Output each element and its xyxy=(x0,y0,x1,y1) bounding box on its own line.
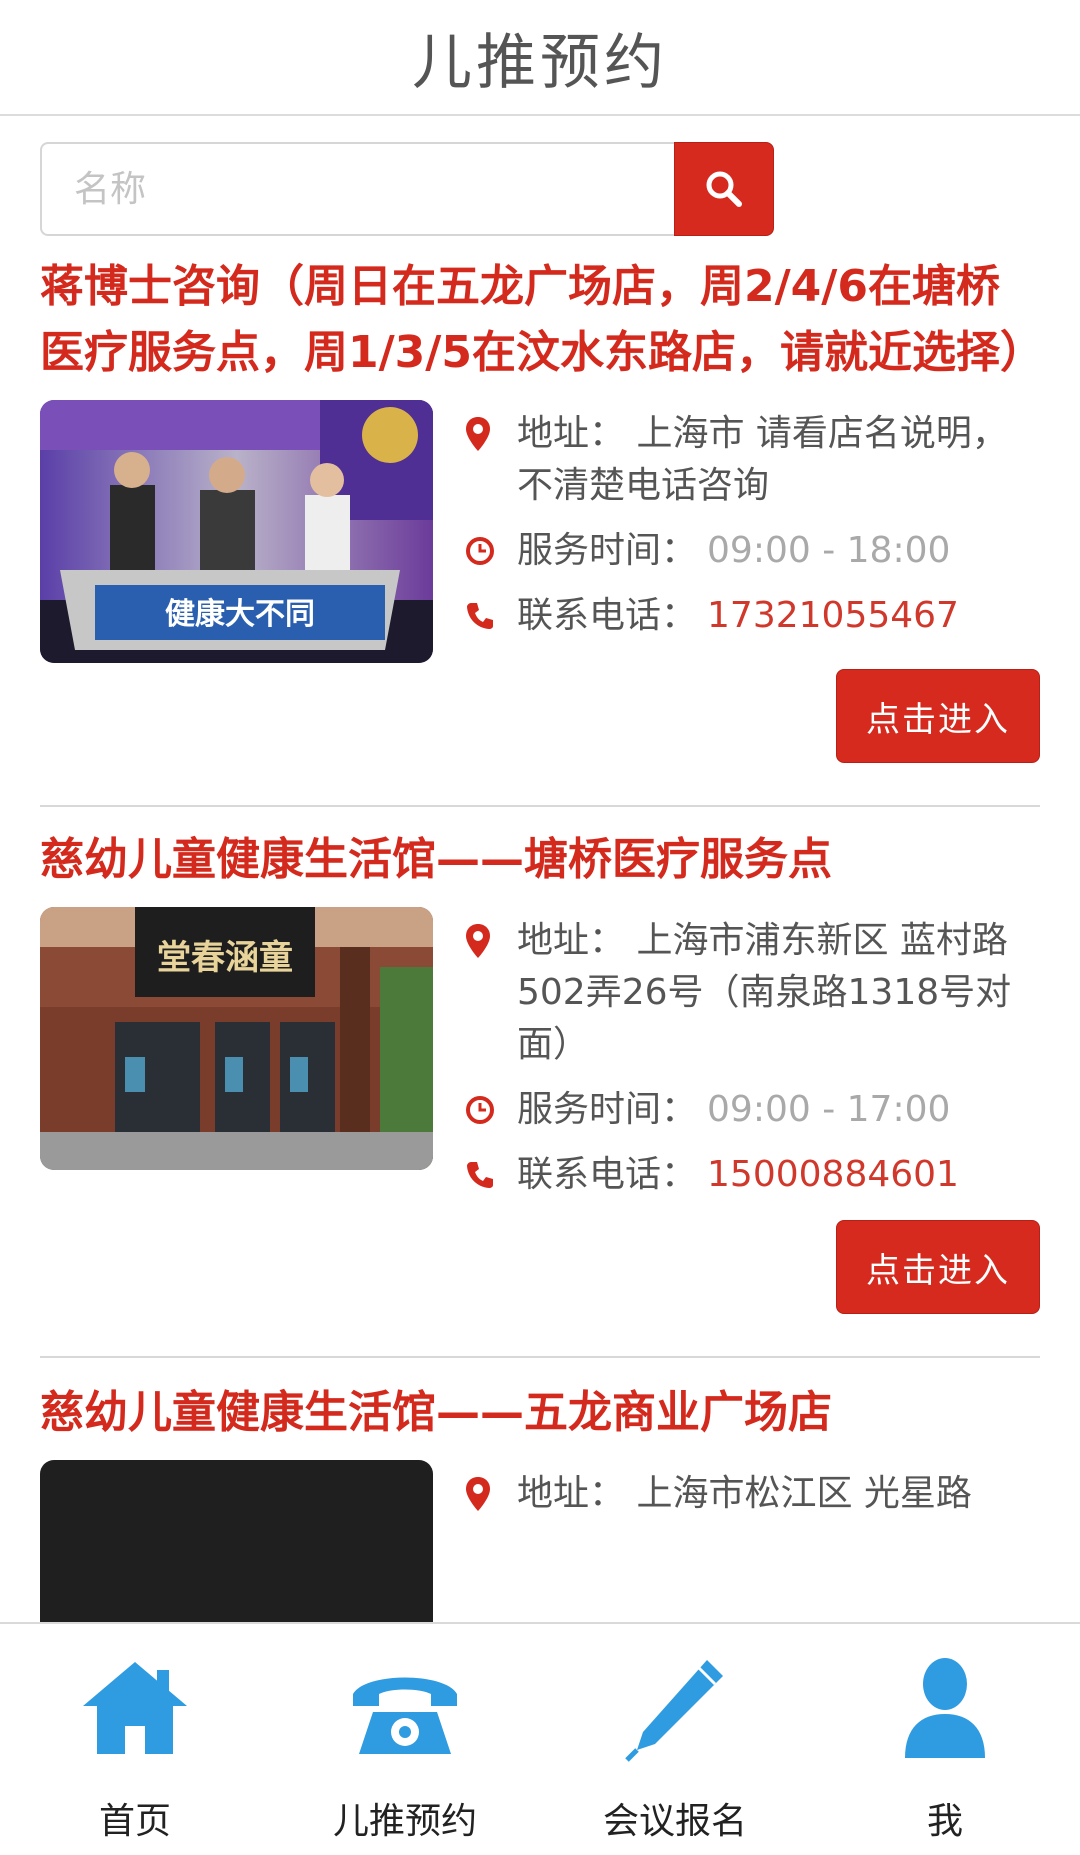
store-photo[interactable] xyxy=(40,1460,433,1622)
search-button[interactable] xyxy=(674,142,774,236)
page-title: 儿推预约 xyxy=(412,27,668,98)
location-pin-icon xyxy=(465,915,503,967)
tab-label: 我 xyxy=(926,1801,963,1842)
address-value: 上海市松江区 光星路 xyxy=(636,1473,972,1514)
store-photo[interactable]: 健康大不同 xyxy=(40,400,433,663)
phone-label: 联系电话： xyxy=(517,1154,698,1195)
store-info: 地址： 上海市 请看店名说明，不清楚电话咨询 服务时间： 09:00 - 18:… xyxy=(461,400,1040,663)
photo-caption: 健康大不同 xyxy=(165,597,315,632)
telephone-icon xyxy=(353,1677,457,1754)
enter-button[interactable]: 点击进入 xyxy=(836,1220,1040,1314)
clock-icon xyxy=(465,525,503,577)
hours-value: 09:00 - 17:00 xyxy=(707,1089,951,1130)
phone-row: 联系电话： 17321055467 xyxy=(461,590,1040,642)
storefront-photo: 堂春涵童 xyxy=(40,907,433,1170)
tv-studio-photo: 健康大不同 xyxy=(40,400,433,663)
bottom-tab-bar: 首页 儿推预约 会议报名 我 xyxy=(0,1622,1080,1855)
phone-icon xyxy=(465,1149,503,1201)
home-icon xyxy=(83,1662,187,1754)
clock-icon xyxy=(465,1084,503,1136)
store-name[interactable]: 慈幼儿童健康生活馆——五龙商业广场店 xyxy=(40,1380,1040,1446)
tab-appointment[interactable]: 儿推预约 xyxy=(270,1624,540,1855)
store-card: 慈幼儿童健康生活馆——五龙商业广场店 地址： 上海市松江区 光星路 xyxy=(0,1380,1080,1622)
hours-label: 服务时间： xyxy=(517,530,698,571)
store-name[interactable]: 慈幼儿童健康生活馆——塘桥医疗服务点 xyxy=(40,827,1040,893)
photo-caption: 堂春涵童 xyxy=(157,938,293,978)
phone-row: 联系电话： 15000884601 xyxy=(461,1149,1040,1201)
address-row: 地址： 上海市松江区 光星路 xyxy=(461,1468,1040,1520)
top-header: 儿推预约 xyxy=(0,0,1080,116)
hours-label: 服务时间： xyxy=(517,1089,698,1130)
address-row: 地址： 上海市 请看店名说明，不清楚电话咨询 xyxy=(461,408,1040,512)
divider xyxy=(40,805,1040,807)
address-label: 地址： xyxy=(517,413,626,454)
store-card: 慈幼儿童健康生活馆——塘桥医疗服务点 堂春涵童 地址： 上海市浦东新区 蓝村路5… xyxy=(0,827,1080,1358)
user-icon xyxy=(905,1658,985,1758)
search-icon xyxy=(706,171,742,207)
phone-label: 联系电话： xyxy=(517,595,698,636)
pen-icon xyxy=(625,1660,723,1762)
enter-button[interactable]: 点击进入 xyxy=(836,669,1040,763)
location-pin-icon xyxy=(465,408,503,460)
phone-icon xyxy=(465,590,503,642)
tab-label: 儿推预约 xyxy=(332,1801,477,1842)
phone-value[interactable]: 15000884601 xyxy=(707,1149,959,1201)
store-info: 地址： 上海市浦东新区 蓝村路502弄26号（南泉路1318号对面） 服务时间：… xyxy=(461,907,1040,1214)
hours-value: 09:00 - 18:00 xyxy=(707,530,951,571)
address-label: 地址： xyxy=(517,920,626,961)
location-pin-icon xyxy=(465,1468,503,1520)
address-label: 地址： xyxy=(517,1473,626,1514)
tab-meeting-signup[interactable]: 会议报名 xyxy=(540,1624,810,1855)
search-input[interactable] xyxy=(40,142,674,236)
store-list[interactable]: 蒋博士咨询（周日在五龙广场店，周2/4/6在塘桥医疗服务点，周1/3/5在汶水东… xyxy=(0,236,1080,1622)
store-info: 地址： 上海市松江区 光星路 xyxy=(461,1460,1040,1622)
store-photo[interactable]: 堂春涵童 xyxy=(40,907,433,1170)
hours-row: 服务时间： 09:00 - 17:00 xyxy=(461,1084,1040,1136)
tab-label: 会议报名 xyxy=(602,1801,747,1842)
tab-me[interactable]: 我 xyxy=(810,1624,1080,1855)
address-row: 地址： 上海市浦东新区 蓝村路502弄26号（南泉路1318号对面） xyxy=(461,915,1040,1071)
tab-label: 首页 xyxy=(98,1801,171,1842)
hours-row: 服务时间： 09:00 - 18:00 xyxy=(461,525,1040,577)
search-bar xyxy=(40,142,774,236)
divider xyxy=(40,1356,1040,1358)
store-card: 蒋博士咨询（周日在五龙广场店，周2/4/6在塘桥医疗服务点，周1/3/5在汶水东… xyxy=(0,254,1080,807)
tab-home[interactable]: 首页 xyxy=(0,1624,270,1855)
phone-value[interactable]: 17321055467 xyxy=(707,590,959,642)
store-name[interactable]: 蒋博士咨询（周日在五龙广场店，周2/4/6在塘桥医疗服务点，周1/3/5在汶水东… xyxy=(40,254,1044,386)
